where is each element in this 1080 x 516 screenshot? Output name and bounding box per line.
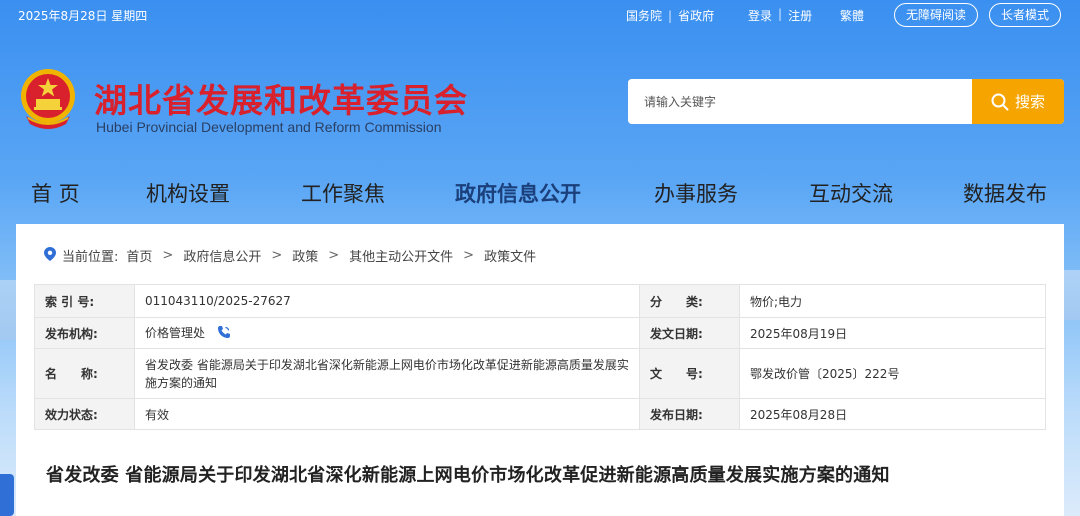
status-label: 效力状态: xyxy=(34,398,135,430)
side-floating-tab[interactable] xyxy=(0,474,14,516)
breadcrumb-prefix: 当前位置: xyxy=(62,250,119,265)
breadcrumb-other-files[interactable]: 其他主动公开文件 xyxy=(349,246,453,265)
top-bar: 2025年8月28日 星期四 国务院 | 省政府 登录 | 注册 繁體 无障碍阅… xyxy=(0,0,1080,30)
divider: | xyxy=(668,8,673,23)
top-links: 国务院 | 省政府 xyxy=(626,7,714,24)
agency-value: 价格管理处 xyxy=(145,326,206,340)
search-box: 搜索 xyxy=(628,79,1064,124)
elder-mode-button[interactable]: 长者模式 xyxy=(989,3,1061,27)
divider: | xyxy=(778,7,783,21)
login-link[interactable]: 登录 xyxy=(748,7,772,24)
category-label: 分 类: xyxy=(639,284,740,318)
index-number-value: 011043110/2025-27627 xyxy=(134,284,640,318)
accessibility-button[interactable]: 无障碍阅读 xyxy=(894,3,978,27)
name-label: 名 称: xyxy=(34,348,135,399)
link-provincial-government[interactable]: 省政府 xyxy=(678,7,714,24)
search-icon xyxy=(991,93,1009,110)
category-value: 物价;电力 xyxy=(739,284,1046,318)
publish-date-value: 2025年08月28日 xyxy=(739,398,1046,430)
nav-organization[interactable]: 机构设置 xyxy=(146,178,230,208)
phone-icon[interactable] xyxy=(217,325,231,342)
nav-work-focus[interactable]: 工作聚焦 xyxy=(301,178,385,208)
emblem-icon xyxy=(16,66,80,132)
current-date: 2025年8月28日 星期四 xyxy=(18,9,148,23)
search-button[interactable]: 搜索 xyxy=(972,79,1064,124)
search-button-label: 搜索 xyxy=(1014,93,1045,111)
auth-links: 登录 | 注册 xyxy=(748,7,812,24)
document-metadata-table: 索 引 号: 011043110/2025-27627 分 类: 物价;电力 发… xyxy=(34,284,1046,430)
nav-interaction[interactable]: 互动交流 xyxy=(809,178,893,208)
link-state-council[interactable]: 国务院 xyxy=(626,7,662,24)
breadcrumb-government-info[interactable]: 政府信息公开 xyxy=(183,246,261,265)
document-number-label: 文 号: xyxy=(639,348,740,399)
traditional-chinese-link[interactable]: 繁體 xyxy=(840,7,864,24)
document-title: 省发改委 省能源局关于印发湖北省深化新能源上网电价市场化改革促进新能源高质量发展… xyxy=(46,465,890,486)
register-link[interactable]: 注册 xyxy=(788,7,812,24)
breadcrumb-separator: > xyxy=(162,248,174,263)
table-row: 发布机构: 价格管理处 发文日期: 2025年08月19日 xyxy=(34,317,1046,349)
nav-data-release[interactable]: 数据发布 xyxy=(963,178,1047,208)
breadcrumb-separator: > xyxy=(328,248,340,263)
issue-date-value: 2025年08月19日 xyxy=(739,317,1046,349)
content-panel: 当前位置: 首页 > 政府信息公开 > 政策 > 其他主动公开文件 > 政策文件… xyxy=(16,224,1064,516)
breadcrumb-separator: > xyxy=(463,248,475,263)
nav-home[interactable]: 首 页 xyxy=(31,178,80,208)
index-number-label: 索 引 号: xyxy=(34,284,135,318)
table-row: 效力状态: 有效 发布日期: 2025年08月28日 xyxy=(34,398,1046,430)
breadcrumb-home[interactable]: 首页 xyxy=(126,246,152,265)
breadcrumb-policy[interactable]: 政策 xyxy=(292,246,318,265)
publish-date-label: 发布日期: xyxy=(639,398,740,430)
table-row: 名 称: 省发改委 省能源局关于印发湖北省深化新能源上网电价市场化改革促进新能源… xyxy=(34,348,1046,399)
breadcrumb-policy-documents[interactable]: 政策文件 xyxy=(484,246,536,265)
issue-date-label: 发文日期: xyxy=(639,317,740,349)
search-input[interactable] xyxy=(628,79,972,124)
site-title-english: Hubei Provincial Development and Reform … xyxy=(96,119,442,135)
name-value: 省发改委 省能源局关于印发湖北省深化新能源上网电价市场化改革促进新能源高质量发展… xyxy=(134,348,640,399)
breadcrumb: 当前位置: 首页 > 政府信息公开 > 政策 > 其他主动公开文件 > 政策文件 xyxy=(44,246,536,265)
nav-services[interactable]: 办事服务 xyxy=(654,178,738,208)
breadcrumb-separator: > xyxy=(271,248,283,263)
main-nav: 首 页 机构设置 工作聚焦 政府信息公开 办事服务 互动交流 数据发布 xyxy=(0,178,1080,218)
agency-cell: 价格管理处 xyxy=(134,317,640,349)
location-pin-icon xyxy=(44,246,56,265)
nav-government-info[interactable]: 政府信息公开 xyxy=(455,178,581,208)
table-row: 索 引 号: 011043110/2025-27627 分 类: 物价;电力 xyxy=(34,284,1046,318)
site-title: 湖北省发展和改革委员会 xyxy=(94,81,468,120)
document-number-value: 鄂发改价管〔2025〕222号 xyxy=(739,348,1046,399)
agency-label: 发布机构: xyxy=(34,317,135,349)
status-value: 有效 xyxy=(134,398,640,430)
